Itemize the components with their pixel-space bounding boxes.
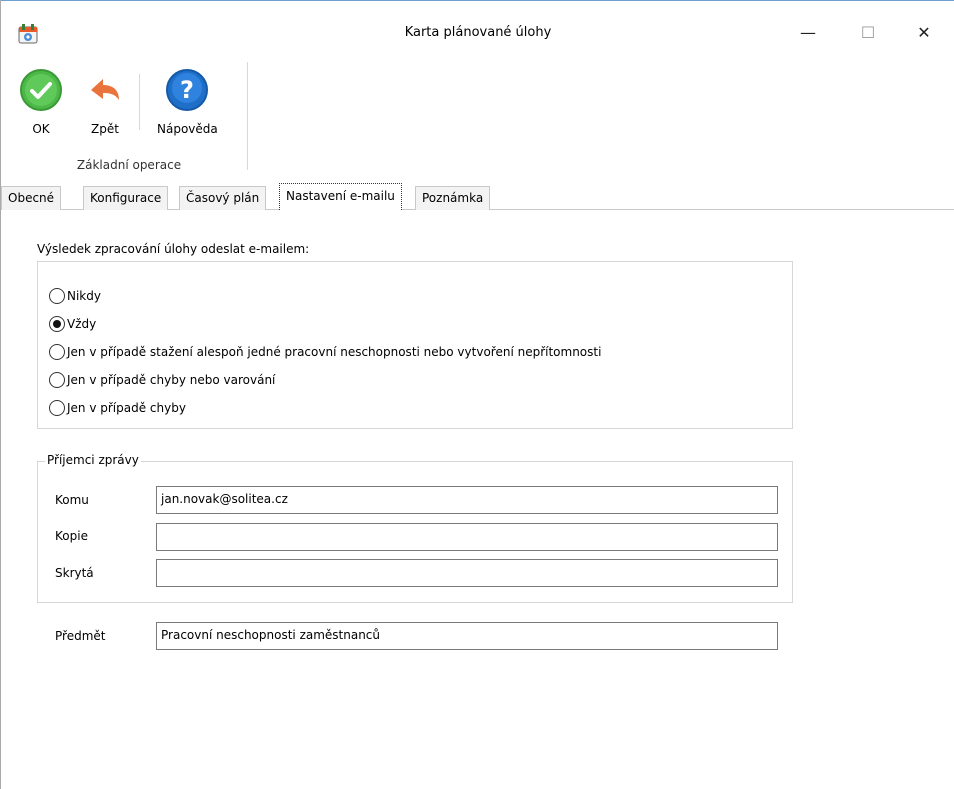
tab-email-settings[interactable]: Nastavení e-mailu <box>279 183 402 210</box>
radio-never-circle[interactable] <box>49 288 65 304</box>
help-icon: ? <box>166 69 209 111</box>
cc-label: Kopie <box>55 529 88 543</box>
close-button[interactable]: ✕ <box>901 17 947 47</box>
tab-general[interactable]: Obecné <box>1 186 62 210</box>
email-section-label: Výsledek zpracování úlohy odeslat e-mail… <box>37 242 310 256</box>
help-button[interactable]: ? Nápověda <box>157 68 218 136</box>
tab-schedule[interactable]: Časový plán <box>179 186 267 210</box>
title-bar: Karta plánované úlohy — ☐ ✕ <box>1 0 954 54</box>
radio-on-error-or-warning-label: Jen v případě chyby nebo varování <box>67 373 276 387</box>
radio-never-label: Nikdy <box>67 289 101 303</box>
radio-on-error-or-warning[interactable]: Jen v případě chyby nebo varování <box>49 372 275 388</box>
radio-on-sick-leave-download[interactable]: Jen v případě stažení alespoň jedné prac… <box>49 344 601 360</box>
tab-note[interactable]: Poznámka <box>415 186 491 210</box>
radio-on-error-or-warning-circle[interactable] <box>49 372 65 388</box>
back-button[interactable]: Zpět <box>83 68 127 136</box>
maximize-button[interactable]: ☐ <box>845 17 891 47</box>
bcc-input[interactable] <box>156 559 778 587</box>
radio-always[interactable]: Vždy <box>49 316 96 332</box>
ribbon-separator <box>139 74 140 130</box>
radio-on-error[interactable]: Jen v případě chyby <box>49 400 186 416</box>
back-label: Zpět <box>91 122 119 136</box>
svg-text:?: ? <box>180 76 194 104</box>
radio-on-error-circle[interactable] <box>49 400 65 416</box>
to-label: Komu <box>55 493 89 507</box>
back-arrow-icon <box>91 79 119 100</box>
radio-on-sick-leave-download-label: Jen v případě stažení alespoň jedné prac… <box>67 345 602 359</box>
subject-label: Předmět <box>55 629 106 643</box>
radio-on-sick-leave-download-circle[interactable] <box>49 344 65 360</box>
ribbon-group-separator <box>247 62 248 170</box>
ok-button[interactable]: OK <box>19 68 63 136</box>
ok-label: OK <box>32 122 50 136</box>
radio-never[interactable]: Nikdy <box>49 288 101 304</box>
task-card-window: Karta plánované úlohy — ☐ ✕ OK Zpět ? Ná… <box>0 0 954 789</box>
ribbon: OK Zpět ? Nápověda Základní operace <box>1 54 954 180</box>
subject-input[interactable]: Pracovní neschopnosti zaměstnanců <box>156 622 778 650</box>
to-input[interactable]: jan.novak@solitea.cz <box>156 486 778 514</box>
cc-input[interactable] <box>156 523 778 551</box>
ribbon-group-label: Základní operace <box>76 158 182 172</box>
recipients-legend: Příjemci zprávy <box>45 453 141 467</box>
check-icon <box>20 69 62 111</box>
tab-configuration[interactable]: Konfigurace <box>83 186 169 210</box>
help-label: Nápověda <box>157 122 218 136</box>
bcc-label: Skrytá <box>55 566 94 580</box>
minimize-button[interactable]: — <box>785 17 831 47</box>
radio-always-label: Vždy <box>67 317 97 331</box>
radio-always-circle[interactable] <box>49 316 65 332</box>
radio-on-error-label: Jen v případě chyby <box>67 401 186 415</box>
